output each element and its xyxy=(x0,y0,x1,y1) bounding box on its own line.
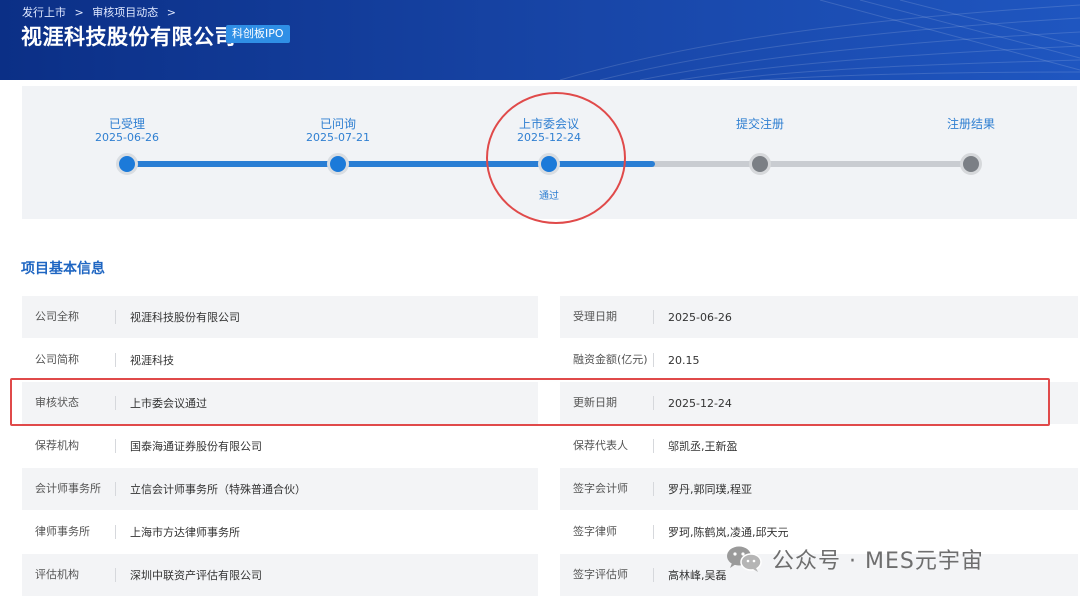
info-value: 高林峰,吴磊 xyxy=(668,569,727,582)
highlight-box-annotation xyxy=(10,378,1050,426)
info-key: 签字会计师 xyxy=(560,482,654,496)
info-value: 视涯科技 xyxy=(130,354,174,367)
info-value: 罗丹,郭同璞,程亚 xyxy=(668,483,752,496)
step-node-pending xyxy=(960,153,982,175)
info-key: 受理日期 xyxy=(560,310,654,324)
info-key: 保荐机构 xyxy=(22,439,116,453)
info-key: 签字评估师 xyxy=(560,568,654,582)
breadcrumb: 发行上市 > 审核项目动态 > xyxy=(22,4,181,20)
info-row: 保荐机构 国泰海通证券股份有限公司 xyxy=(22,425,538,467)
info-row: 保荐代表人 邬凯丞,王新盈 xyxy=(560,425,1078,467)
info-value: 2025-06-26 xyxy=(668,310,732,324)
step-node-completed xyxy=(327,153,349,175)
step-date: 2025-07-21 xyxy=(306,131,370,144)
breadcrumb-item[interactable]: 审核项目动态 xyxy=(92,6,158,19)
info-key: 签字律师 xyxy=(560,525,654,539)
info-value: 立信会计师事务所（特殊普通合伙） xyxy=(130,483,306,496)
info-value: 邬凯丞,王新盈 xyxy=(668,440,738,453)
info-row: 评估机构 深圳中联资产评估有限公司 xyxy=(22,554,538,596)
page-header: 发行上市 > 审核项目动态 > 视涯科技股份有限公司 科创板IPO xyxy=(0,0,1080,80)
info-value: 国泰海通证券股份有限公司 xyxy=(130,440,262,453)
info-value: 深圳中联资产评估有限公司 xyxy=(130,569,262,582)
watermark-text: 公众号 · MES元宇宙 xyxy=(772,549,984,574)
page-title: 视涯科技股份有限公司 xyxy=(21,25,236,49)
info-key: 保荐代表人 xyxy=(560,439,654,453)
chevron-right-icon: > xyxy=(74,5,84,19)
info-key: 公司简称 xyxy=(22,353,116,367)
info-key: 律师事务所 xyxy=(22,525,116,539)
step-node-completed xyxy=(116,153,138,175)
step-label: 已问询 xyxy=(319,117,356,131)
step-label: 提交注册 xyxy=(735,117,784,131)
info-row: 公司全称 视涯科技股份有限公司 xyxy=(22,296,538,338)
step-label: 注册结果 xyxy=(946,117,995,131)
chevron-right-icon: > xyxy=(166,5,176,19)
info-key: 融资金额(亿元) xyxy=(560,353,654,367)
info-row: 会计师事务所 立信会计师事务所（特殊普通合伙） xyxy=(22,468,538,510)
info-value: 上海市方达律师事务所 xyxy=(130,526,240,539)
info-row: 公司简称 视涯科技 xyxy=(22,339,538,381)
info-key: 会计师事务所 xyxy=(22,482,116,496)
info-key: 公司全称 xyxy=(22,310,116,324)
breadcrumb-item[interactable]: 发行上市 xyxy=(22,6,66,19)
step-node-pending xyxy=(749,153,771,175)
wechat-icon xyxy=(726,545,762,573)
step-date: 2025-06-26 xyxy=(95,131,159,144)
info-row: 签字会计师 罗丹,郭同璞,程亚 xyxy=(560,468,1078,510)
section-title: 项目基本信息 xyxy=(21,261,105,277)
watermark: 公众号 · MES元宇宙 xyxy=(726,544,984,574)
info-row: 受理日期 2025-06-26 xyxy=(560,296,1078,338)
info-row: 律师事务所 上海市方达律师事务所 xyxy=(22,511,538,553)
info-value: 视涯科技股份有限公司 xyxy=(130,311,240,324)
step-label: 已受理 xyxy=(108,117,145,131)
info-row: 融资金额(亿元) 20.15 xyxy=(560,339,1078,381)
info-value: 罗珂,陈鹤岚,凌通,邱天元 xyxy=(668,526,789,539)
info-value: 20.15 xyxy=(668,353,700,367)
highlight-circle-annotation xyxy=(486,92,626,224)
board-badge: 科创板IPO xyxy=(226,25,290,43)
info-key: 评估机构 xyxy=(22,568,116,582)
